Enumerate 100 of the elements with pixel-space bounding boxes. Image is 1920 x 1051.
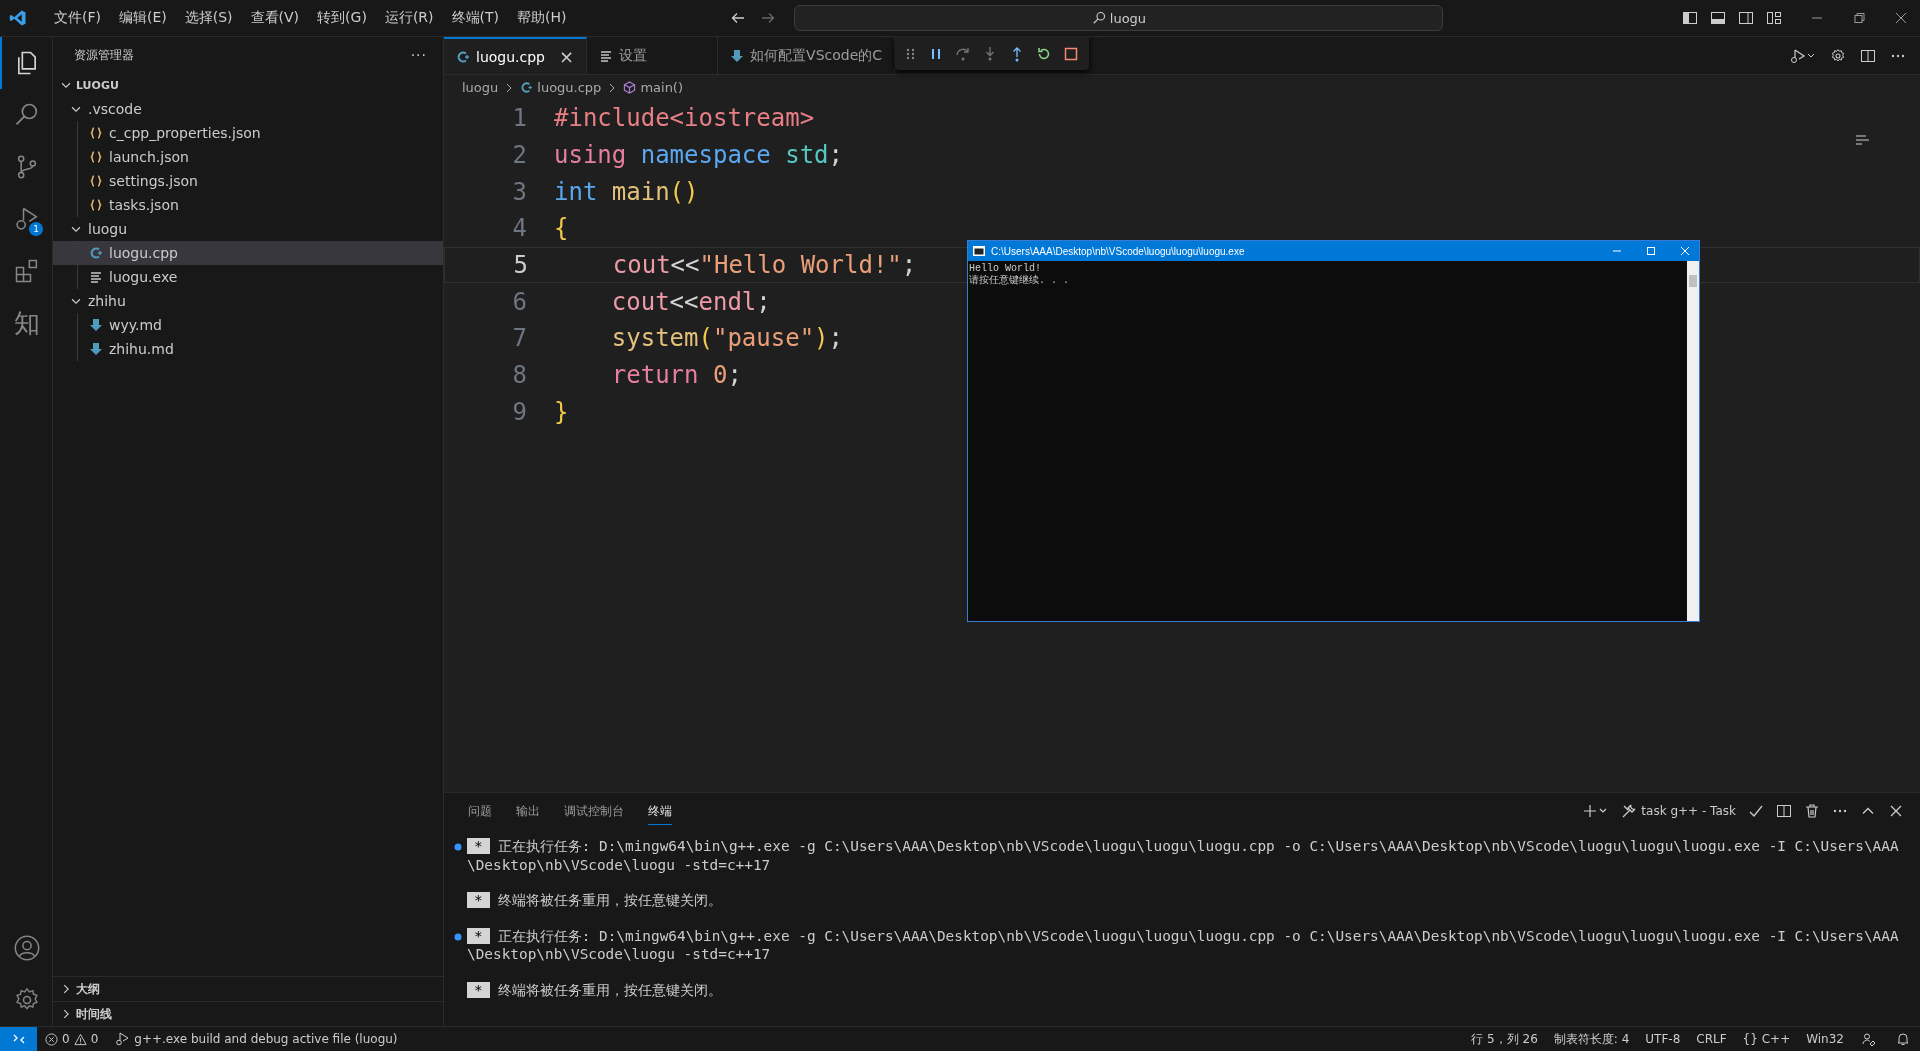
folder-item[interactable]: .vscode (53, 97, 443, 121)
notification-badge: 1 (29, 222, 43, 236)
file-item[interactable]: tasks.json (53, 193, 443, 217)
search-field[interactable]: luogu (794, 5, 1444, 31)
status-item[interactable]: Win32 (1798, 1032, 1852, 1046)
panel-tab[interactable]: 输出 (516, 797, 540, 825)
launch-config-item[interactable]: g++.exe build and debug active file (luogu) (134, 1032, 398, 1046)
file-label: luogu.exe (109, 269, 178, 285)
menu-item[interactable]: 帮助(H) (508, 9, 576, 27)
breadcrumb-item[interactable]: luogu (462, 80, 499, 95)
menu-item[interactable]: 转到(G) (308, 9, 376, 27)
breadcrumb-item[interactable]: main() (640, 80, 683, 95)
code-line: return 0; (610, 361, 742, 390)
terminal-line: * 终端将被任务重用，按任意键关闭。 (467, 980, 1907, 999)
file-item[interactable]: luogu.cpp (53, 241, 443, 265)
status-item[interactable]: UTF-8 (1637, 1032, 1689, 1046)
menu-item[interactable]: 运行(R) (375, 9, 443, 27)
close-icon[interactable] (1894, 11, 1908, 25)
file-item[interactable]: zhihu.md (53, 337, 443, 361)
more-actions-button[interactable]: ··· (410, 47, 427, 63)
stop-icon[interactable] (1063, 45, 1080, 62)
file-item[interactable]: settings.json (53, 169, 443, 193)
line-number: 1 (511, 104, 527, 133)
toggle-sidebar-icon[interactable] (1682, 10, 1698, 26)
status-item[interactable]: 制表符长度: 4 (1545, 1030, 1638, 1048)
restore-icon[interactable] (1852, 11, 1866, 25)
minimap (1856, 135, 1872, 145)
file-label: tasks.json (109, 197, 179, 213)
line-number: 8 (511, 361, 527, 390)
error-count[interactable]: 0 (62, 1032, 70, 1046)
cube-icon (623, 81, 637, 94)
toggle-panel-icon[interactable] (1710, 10, 1726, 26)
line-number: 6 (511, 287, 527, 316)
warning-icon[interactable] (73, 1032, 87, 1046)
line-number: 3 (511, 177, 527, 206)
step-over-icon[interactable] (955, 45, 972, 62)
feedback-icon[interactable] (1862, 1032, 1876, 1046)
menu-item[interactable]: 查看(V) (241, 9, 309, 27)
status-item[interactable]: {} C++ (1734, 1032, 1799, 1046)
menu-item[interactable]: 终端(T) (442, 9, 508, 27)
toggle-secondary-sidebar-icon[interactable] (1738, 10, 1754, 26)
folder-item[interactable]: luogu (53, 217, 443, 241)
panel-tab[interactable]: 终端 (648, 797, 672, 825)
tab-label: 设置 (619, 46, 648, 65)
braces-icon (89, 174, 103, 188)
console-output-line: 请按任意键继续. . . (969, 275, 1070, 287)
panel-tab[interactable]: 问题 (468, 797, 492, 825)
remote-icon (11, 1032, 26, 1046)
file-item[interactable]: launch.json (53, 145, 443, 169)
c-file-icon (520, 81, 534, 94)
code-line: cout<<endl; (610, 287, 771, 316)
file-item[interactable]: luogu.exe (53, 265, 443, 289)
terminal-line: * 正在执行任务: D:\mingw64\bin\g++.exe -g C:\Users\AAA\Desktop\nb\VScode\luogu\luogu\luogu.cpp -o C:\Users\AAA\Desktop\nb\VScode\luogu\luogu\luogu.exe -I C:\Users\AAA\Desktop\nb\VScode\luogu -std=c++17 (467, 837, 1900, 874)
window-title: C:\Users\AAA\Desktop\nb\VScode\luogu\luogu\luogu.exe (991, 245, 1245, 257)
menu-item[interactable]: 文件(F) (45, 9, 110, 27)
bell-icon[interactable] (1896, 1032, 1910, 1046)
activity-tab[interactable]: 知 (0, 297, 52, 349)
split-terminal-icon[interactable] (1776, 803, 1792, 819)
file-item[interactable]: c_cpp_properties.json (53, 121, 443, 145)
terminal-line: * 正在执行任务: D:\mingw64\bin\g++.exe -g C:\Users\AAA\Desktop\nb\VScode\luogu\luogu\luogu.cpp -o C:\Users\AAA\Desktop\nb\VScode\luogu\luogu\luogu.exe -I C:\Users\AAA\Desktop\nb\VScode\luogu -std=c++17 (467, 926, 1900, 964)
menu-item[interactable]: 编辑(E) (110, 9, 176, 27)
warning-count[interactable]: 0 (90, 1032, 99, 1046)
console-app-icon (973, 246, 985, 256)
folder-label: LUOGU (76, 78, 119, 92)
split-editor-icon[interactable] (1860, 47, 1876, 64)
status-item[interactable]: CRLF (1688, 1032, 1735, 1046)
status-item[interactable]: 行 5，列 26 (1463, 1030, 1546, 1048)
close-tab-button[interactable]: × (559, 46, 575, 67)
code-line: cout<<"Hello World!"; (611, 251, 917, 280)
maximize-icon[interactable] (1645, 245, 1657, 257)
file-item[interactable]: wyy.md (53, 313, 443, 337)
terminal-selector[interactable]: task g++ - Task (1641, 804, 1736, 818)
forward-arrow-icon[interactable] (760, 10, 777, 26)
code-line: using namespace std; (554, 141, 843, 170)
trash-icon[interactable] (1804, 803, 1820, 819)
down-arrow-icon (89, 342, 103, 356)
account-icon[interactable] (13, 934, 41, 962)
zhihu-glyph: 知 (14, 306, 40, 340)
run-debug-icon[interactable] (1790, 47, 1816, 64)
search-icon (1091, 11, 1106, 25)
panel-tab[interactable]: 调试控制台 (564, 797, 624, 825)
error-icon[interactable] (45, 1032, 58, 1046)
menu-item[interactable]: 选择(S) (175, 9, 242, 27)
breadcrumb-item[interactable]: luogu.cpp (537, 80, 602, 95)
layout-icon[interactable] (1766, 10, 1782, 26)
scrollbar[interactable] (1687, 261, 1699, 621)
run-debug-icon[interactable] (114, 1032, 131, 1046)
close-icon[interactable] (1888, 803, 1904, 819)
section-label: 大纲 (76, 980, 100, 998)
tools-icon[interactable] (1621, 803, 1638, 819)
back-arrow-icon[interactable] (730, 10, 747, 26)
folder-item[interactable]: zhihu (53, 289, 443, 313)
collapsed-section[interactable]: 大纲 (53, 976, 443, 1001)
file-label: settings.json (109, 173, 198, 189)
editor-tab[interactable]: luogu.cpp × (444, 37, 588, 74)
terminal-line: * 终端将被任务重用，按任意键关闭。 (467, 891, 1907, 910)
activity-tab[interactable]: 1 (0, 193, 52, 245)
editor-tab[interactable]: 设置 (587, 37, 719, 74)
settings-icon[interactable] (1830, 47, 1846, 64)
workspace-folder[interactable]: LUOGU (53, 73, 443, 97)
